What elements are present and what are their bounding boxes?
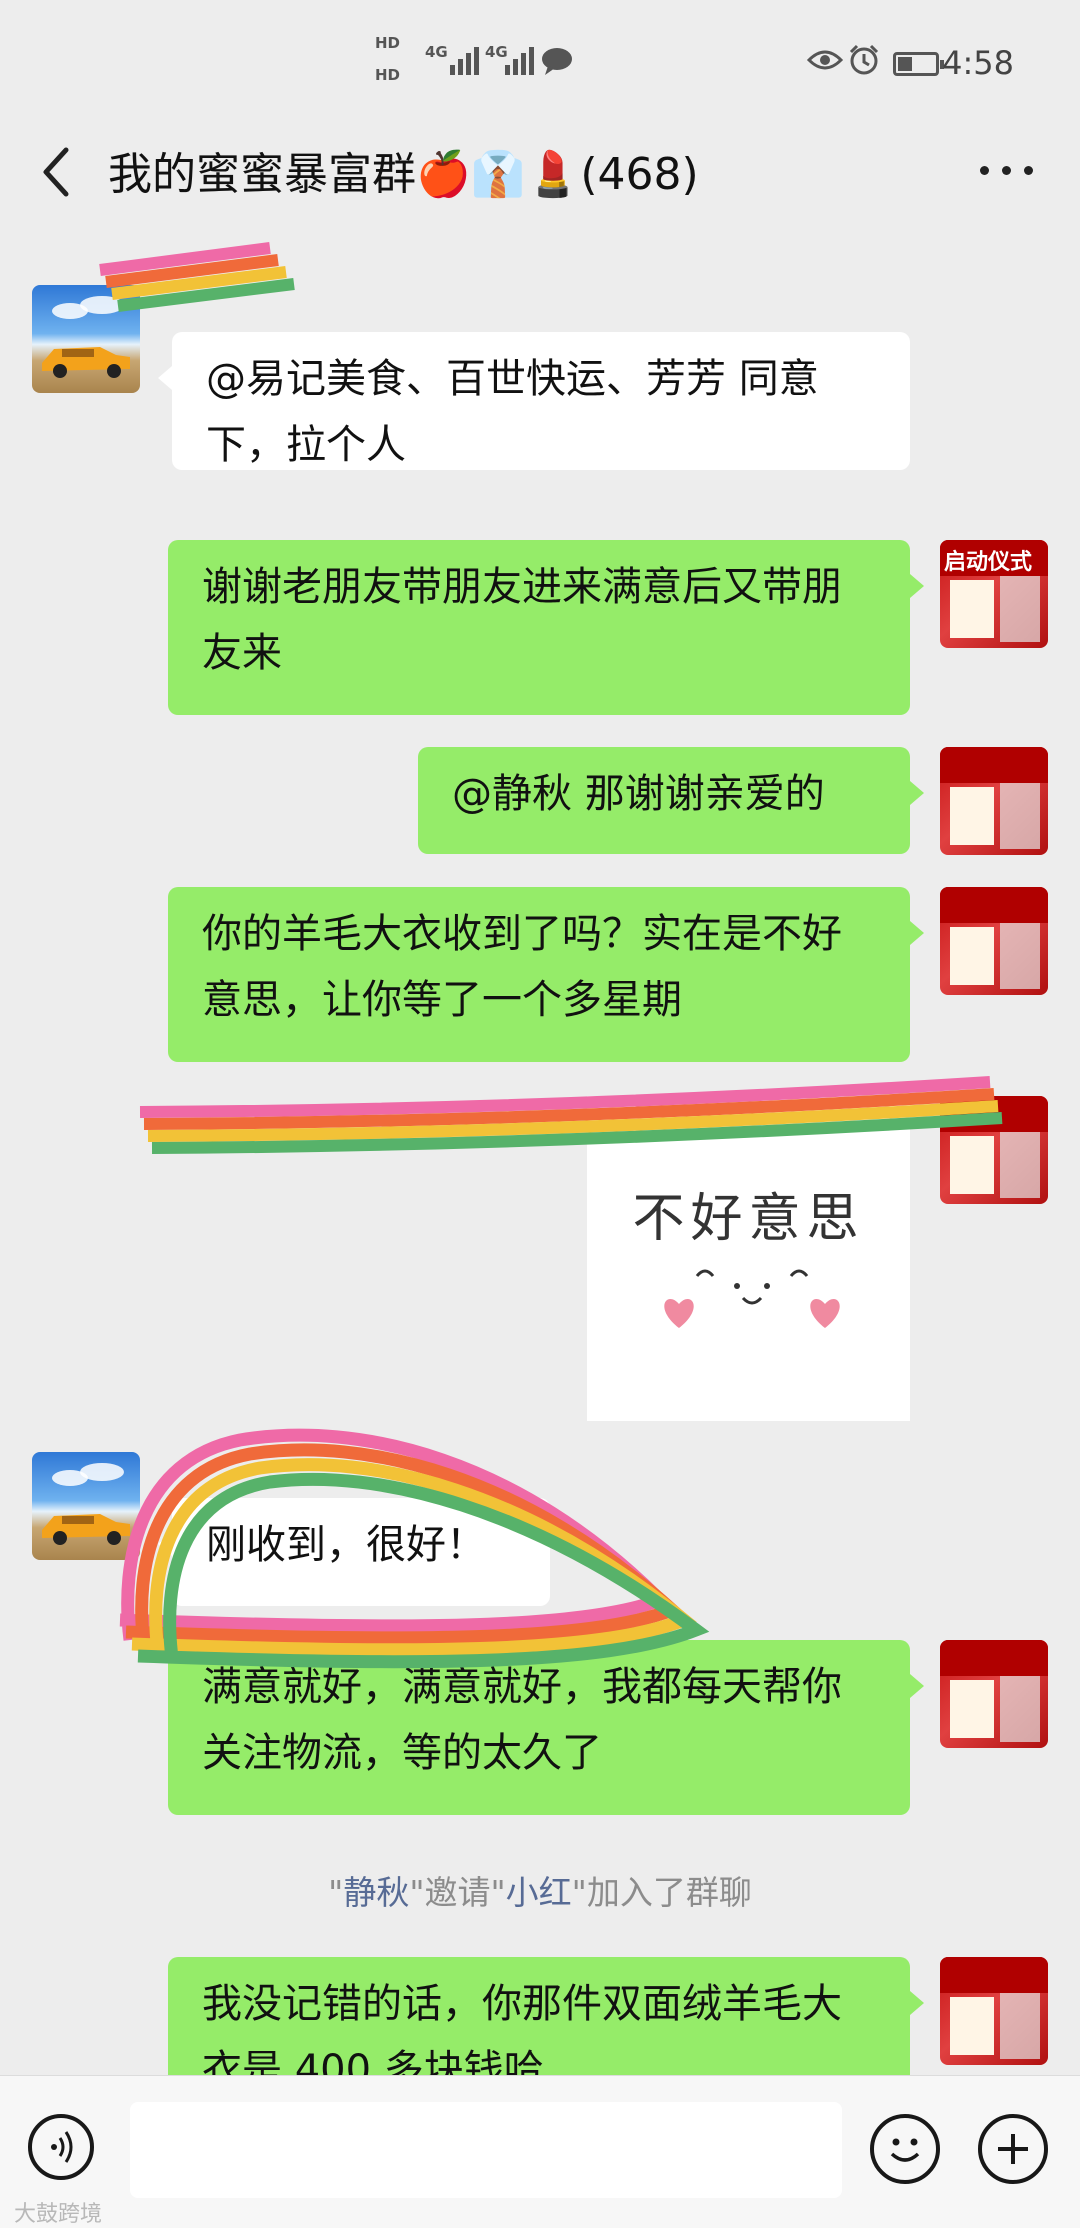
smiley-face-icon (664, 1269, 840, 1328)
sticker-text: 不好意思 (632, 1189, 865, 1249)
inviter-name[interactable]: 静秋 (343, 1873, 409, 1912)
back-arrow-icon (43, 147, 69, 197)
plus-icon (998, 2134, 1028, 2164)
sim2-label: HD (375, 66, 401, 84)
more-icon-dot (1024, 166, 1033, 175)
avatar[interactable] (32, 285, 140, 393)
message-input[interactable] (130, 2102, 842, 2198)
emoji-button[interactable] (870, 2114, 940, 2184)
avatar[interactable] (940, 1640, 1048, 1748)
more-icon (980, 166, 989, 175)
shop-avatar-image (940, 1640, 1048, 1742)
avatar[interactable] (940, 1957, 1048, 2065)
car-avatar-image (42, 1463, 130, 1545)
message-bubble-received[interactable]: 刚收到，很好！ (158, 1498, 550, 1606)
sim1-label: HD (375, 34, 401, 52)
message-bubble-received[interactable]: @易记美食、百世快运、芳芳 同意下，拉个人 (158, 332, 910, 470)
voice-button[interactable] (28, 2114, 94, 2180)
chat-bubble-icon (542, 48, 572, 75)
system-verb: "邀请" (409, 1873, 506, 1912)
shop-avatar-image (940, 887, 1048, 989)
status-bar: HD HD 4G 4G 4:58 (0, 0, 1080, 120)
chat-list[interactable]: @易记美食、百世快运、芳芳 同意下，拉个人 启动仪式 谢谢老朋友带朋友进来满意后… (0, 220, 1080, 2075)
message-bubble-sent[interactable]: 谢谢老朋友带朋友进来满意后又带朋友来 (168, 540, 924, 715)
voice-icon (51, 2131, 73, 2163)
watermark: 大鼓跨境 (14, 2202, 103, 2227)
shop-avatar-image (940, 1096, 1048, 1198)
shop-banner-text: 启动仪式 (944, 550, 1033, 575)
back-button[interactable] (30, 130, 90, 210)
status-time: 4:58 (942, 44, 1014, 82)
avatar[interactable] (32, 1452, 140, 1560)
message-bubble-sent[interactable]: 我没记错的话，你那件双面绒羊毛大衣是 400 多块钱哈 (168, 1957, 924, 2075)
message-bubble-sent[interactable]: 你的羊毛大衣收到了吗？实在是不好意思，让你等了一个多星期 (168, 887, 924, 1062)
signal1-icon (450, 45, 479, 75)
page-title: 我的蜜蜜暴富群🍎👔💄(468) (108, 149, 699, 200)
invitee-name[interactable]: 小红 (506, 1873, 572, 1912)
avatar[interactable] (940, 887, 1048, 995)
more-icon-dot (1002, 166, 1011, 175)
chat-header: 我的蜜蜜暴富群🍎👔💄(468) (0, 120, 1080, 220)
shop-avatar-image (940, 747, 1048, 849)
system-message: "静秋"邀请"小红"加入了群聊 (0, 1866, 1080, 1914)
battery-icon (893, 52, 944, 76)
signal2-icon (505, 45, 534, 75)
sticker-message[interactable]: 不好意思 (587, 1096, 910, 1421)
avatar[interactable]: 启动仪式 (940, 540, 1048, 648)
input-bar (0, 2075, 1080, 2228)
more-button[interactable] (980, 160, 1036, 184)
alarm-icon (849, 44, 879, 75)
plus-button[interactable] (978, 2114, 1048, 2184)
avatar[interactable] (940, 747, 1048, 855)
system-suffix: "加入了群聊 (571, 1873, 752, 1912)
avatar[interactable] (940, 1096, 1048, 1204)
emoji-icon (890, 2138, 920, 2162)
car-avatar-image (42, 296, 130, 378)
message-bubble-sent[interactable]: @静秋 那谢谢亲爱的 (418, 747, 924, 854)
system-quote: " (328, 1873, 344, 1912)
shop-avatar-image (940, 1957, 1048, 2059)
message-bubble-sent[interactable]: 满意就好，满意就好，我都每天帮你关注物流，等的太久了 (168, 1640, 924, 1815)
network1-label: 4G (425, 43, 448, 61)
eye-icon (807, 50, 843, 70)
